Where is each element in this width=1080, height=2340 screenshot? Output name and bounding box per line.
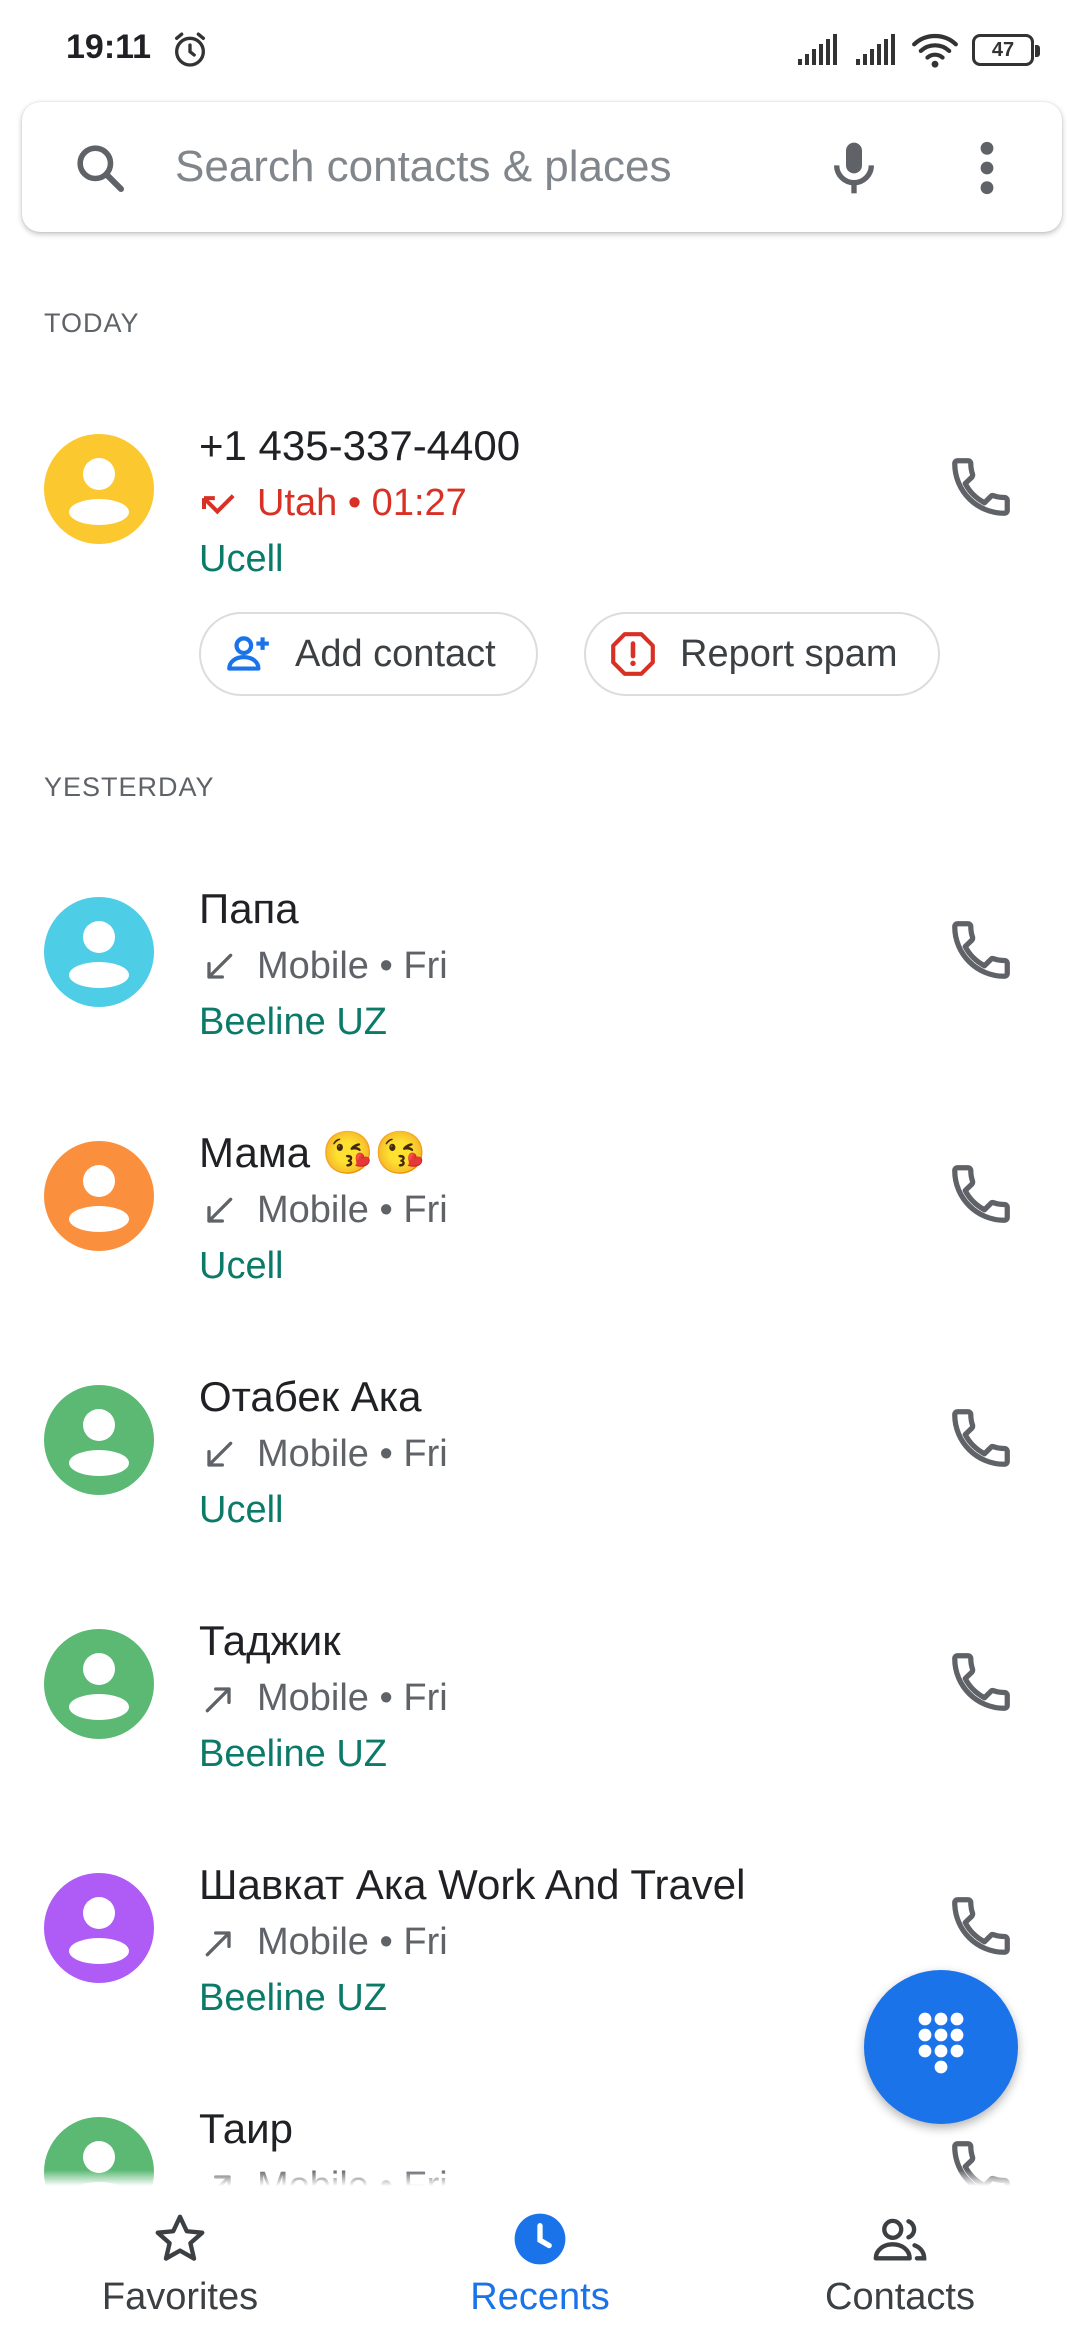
call-details: Mobile • Fri [199,945,448,988]
call-name: Таджик [199,1617,341,1664]
call-name: Отабек Ака [199,1373,422,1420]
bottom-navigation: Favorites Recents Contacts [0,2186,1080,2340]
phone-call-icon[interactable] [946,1403,1016,1473]
alarm-icon [175,32,205,67]
battery-level: 47 [991,38,1015,61]
call-log-item[interactable]: Таджик Mobile • Fri Beeline UZ [0,1609,1080,1849]
call-log-item[interactable]: Папа Mobile • Fri Beeline UZ [0,877,1080,1117]
status-time: 19:11 [66,28,152,66]
add-contact-label: Add contact [295,632,496,675]
incoming-call-icon [207,1441,233,1467]
person-icon [69,458,129,525]
search-icon[interactable] [72,140,128,196]
battery-icon: 47 [972,34,1040,66]
call-details: Mobile • Fri [199,1677,448,1720]
call-details: Mobile • Fri [199,1921,448,1964]
incoming-call-icon [207,953,233,979]
call-carrier: Beeline UZ [199,1733,387,1775]
dialpad-button[interactable] [864,1970,1018,2124]
call-detail-text: Mobile • Fri [257,1189,448,1231]
call-carrier: Ucell [199,1245,284,1287]
call-details: Utah • 01:27 [199,482,467,525]
missed-call-icon [202,493,235,514]
status-bar: 19:11 47 [0,0,1080,100]
call-details: Mobile • Fri [199,1433,448,1476]
mic-icon[interactable] [822,136,886,200]
call-detail-text: Mobile • Fri [257,945,448,987]
nav-contacts[interactable]: Contacts [720,2186,1080,2340]
list-fade [0,2170,1080,2186]
call-log-item[interactable]: Мама 😘😘 Mobile • Fri Ucell [0,1121,1080,1361]
person-icon [69,1409,129,1476]
report-icon [611,632,655,676]
call-detail-text: Utah • 01:27 [257,482,467,524]
nav-recents[interactable]: Recents [360,2186,720,2340]
person-icon [69,1653,129,1720]
person-icon [69,1165,129,1232]
phone-call-icon[interactable] [946,1891,1016,1961]
section-header-today: TODAY [44,308,140,338]
wifi-icon [912,34,958,68]
nav-favorites-label: Favorites [101,2276,259,2318]
search-bar[interactable] [22,102,1062,232]
call-log-item[interactable]: Отабек Ака Mobile • Fri Ucell [0,1365,1080,1605]
add-person-icon [227,636,269,671]
phone-call-icon[interactable] [946,1647,1016,1717]
call-carrier: Beeline UZ [199,1977,387,2019]
call-detail-text: Mobile • Fri [257,1677,448,1719]
clock-icon [514,2213,566,2265]
nav-contacts-label: Contacts [825,2276,975,2318]
add-contact-button[interactable]: Add contact [199,612,538,696]
call-name: +1 435-337-4400 [199,422,521,469]
search-input[interactable] [175,136,815,198]
status-indicators: 47 [796,28,1040,72]
nav-favorites[interactable]: Favorites [0,2186,360,2340]
call-name: Папа [199,885,299,932]
avatar[interactable] [44,1873,154,1983]
signal-icon [798,34,837,65]
call-carrier: Ucell [199,538,284,580]
star-icon [155,2214,205,2261]
section-header-yesterday: YESTERDAY [44,772,215,802]
people-icon [873,2218,927,2261]
avatar[interactable] [44,897,154,1007]
report-spam-label: Report spam [680,632,898,675]
avatar[interactable] [44,434,154,544]
call-detail-text: Mobile • Fri [257,1433,448,1475]
call-detail-text: Mobile • Fri [257,1921,448,1963]
report-spam-button[interactable]: Report spam [584,612,940,696]
person-icon [69,1897,129,1964]
nav-recents-label: Recents [470,2276,610,2318]
call-carrier: Beeline UZ [199,1001,387,1043]
call-name: Таир [199,2105,293,2152]
phone-call-icon[interactable] [946,1159,1016,1229]
incoming-call-icon [207,1197,233,1223]
person-icon [69,921,129,988]
avatar[interactable] [44,1629,154,1739]
more-vert-icon[interactable] [962,136,1012,200]
outgoing-call-icon [205,1930,231,1956]
phone-call-icon[interactable] [946,452,1016,522]
call-carrier: Ucell [199,1489,284,1531]
signal-icon [856,34,895,65]
dialpad-icon [918,2012,964,2074]
phone-call-icon[interactable] [946,915,1016,985]
call-name: Мама 😘😘 [199,1129,427,1176]
call-details: Mobile • Fri [199,1189,448,1232]
avatar[interactable] [44,1141,154,1251]
avatar[interactable] [44,1385,154,1495]
outgoing-call-icon [205,1686,231,1712]
call-name: Шавкат Ака Work And Travel [199,1861,746,1908]
